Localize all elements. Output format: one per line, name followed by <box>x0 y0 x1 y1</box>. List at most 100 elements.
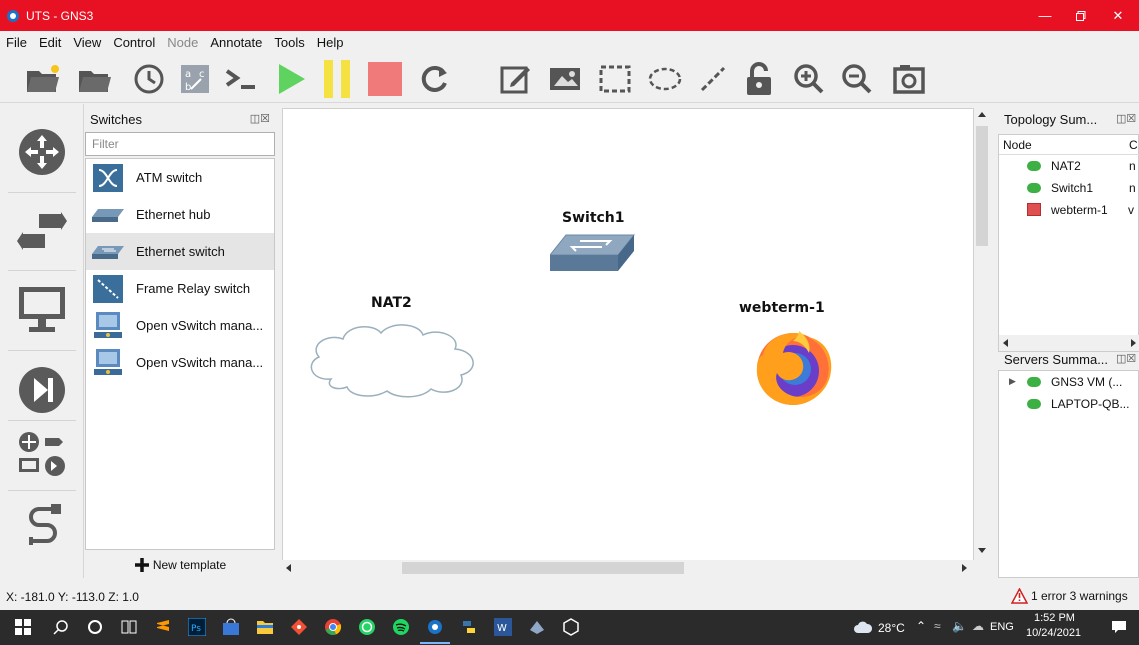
list-item-frame-relay-switch[interactable]: Frame Relay switch <box>86 270 274 307</box>
open-project-button[interactable] <box>76 60 114 98</box>
browse-security-devices-button[interactable] <box>14 362 70 418</box>
server-name[interactable]: LAPTOP-QB... <box>1051 397 1129 411</box>
node-webterm-1[interactable] <box>753 327 833 410</box>
browse-routers-button[interactable] <box>14 124 70 180</box>
error-indicator[interactable]: 1 error 3 warnings <box>1011 588 1128 604</box>
list-item-ethernet-hub[interactable]: Ethernet hub <box>86 196 274 233</box>
draw-line-button[interactable] <box>694 60 732 98</box>
new-template-button[interactable]: New template <box>84 552 276 578</box>
scroll-right-icon[interactable] <box>962 564 967 572</box>
server-name[interactable]: GNS3 VM (... <box>1051 375 1122 389</box>
menu-view[interactable]: View <box>73 35 101 50</box>
canvas-horizontal-scrollbar[interactable] <box>282 560 974 576</box>
input-language[interactable]: ENG <box>990 621 1014 633</box>
new-project-button[interactable] <box>24 60 62 98</box>
dock-float-close-buttons[interactable]: ◫☒ <box>1116 112 1136 125</box>
file-explorer-icon[interactable] <box>254 616 276 638</box>
weather-temperature[interactable]: 28°C <box>878 621 905 635</box>
scroll-thumb[interactable] <box>402 562 684 574</box>
node-row-name[interactable]: webterm-1 <box>1051 203 1108 217</box>
whatsapp-icon[interactable] <box>356 616 378 638</box>
node-switch1[interactable] <box>548 233 636 276</box>
chevron-up-icon[interactable]: ⌃ <box>916 619 926 633</box>
gns3-taskbar-icon[interactable] <box>420 616 450 644</box>
python-icon[interactable] <box>458 616 480 638</box>
monitor-icon <box>19 287 65 332</box>
clock-time[interactable]: 1:52 PM <box>1034 612 1075 624</box>
browse-all-devices-button[interactable] <box>14 426 70 482</box>
stop-all-button[interactable] <box>366 60 404 98</box>
show-interface-labels-button[interactable]: acb <box>176 60 214 98</box>
lock-items-button[interactable] <box>740 60 778 98</box>
node-nat2[interactable] <box>301 319 483 402</box>
scroll-left-icon[interactable] <box>286 564 291 572</box>
cortana-icon[interactable] <box>84 616 106 638</box>
horizontal-scrollbar[interactable] <box>999 335 1139 351</box>
separator <box>8 490 76 491</box>
menu-help[interactable]: Help <box>317 35 344 50</box>
chrome-icon[interactable] <box>322 616 344 638</box>
list-item-ethernet-switch[interactable]: Ethernet switch <box>86 233 274 270</box>
zoom-out-button[interactable] <box>838 60 876 98</box>
expand-arrow-icon[interactable]: ▶ <box>1009 376 1016 387</box>
dock-float-close-buttons[interactable]: ◫☒ <box>1116 352 1136 365</box>
start-all-button[interactable] <box>272 60 310 98</box>
draw-ellipse-button[interactable] <box>646 60 684 98</box>
canvas-vertical-scrollbar[interactable] <box>974 108 990 562</box>
list-item-atm-switch[interactable]: ATM switch <box>86 159 274 196</box>
node-label-nat2[interactable]: NAT2 <box>371 295 412 311</box>
onedrive-icon[interactable]: ☁ <box>972 619 984 633</box>
list-item-open-vswitch-2[interactable]: Open vSwitch mana... <box>86 344 274 381</box>
reload-all-button[interactable] <box>416 60 454 98</box>
spotify-icon[interactable] <box>390 616 412 638</box>
git-icon[interactable] <box>288 616 310 638</box>
snapshot-button[interactable] <box>130 60 168 98</box>
word-icon[interactable]: W <box>492 616 514 638</box>
volume-icon[interactable]: 🔈 <box>952 619 967 633</box>
windows-start-icon[interactable] <box>12 616 34 638</box>
column-header-node: Node <box>1003 138 1032 152</box>
menu-annotate[interactable]: Annotate <box>210 35 262 50</box>
add-link-button[interactable] <box>14 498 70 554</box>
browse-switches-button[interactable] <box>14 204 70 260</box>
store-icon[interactable] <box>220 616 242 638</box>
console-all-button[interactable] <box>222 60 260 98</box>
insert-picture-button[interactable] <box>546 60 584 98</box>
search-icon[interactable] <box>50 616 72 638</box>
screenshot-button[interactable] <box>890 60 928 98</box>
menu-node[interactable]: Node <box>167 35 198 50</box>
dock-float-close-buttons[interactable]: ◫☒ <box>250 112 270 125</box>
notifications-icon[interactable] <box>1108 616 1130 638</box>
draw-rectangle-button[interactable] <box>596 60 634 98</box>
topology-canvas[interactable]: Switch1 NAT2 webterm-1 <box>282 108 974 562</box>
virtualbox-icon[interactable] <box>560 616 582 638</box>
scroll-down-icon[interactable] <box>978 548 986 553</box>
app-icon[interactable] <box>526 616 548 638</box>
node-row-name[interactable]: NAT2 <box>1051 159 1081 173</box>
add-note-button[interactable] <box>496 60 534 98</box>
node-label-webterm-1[interactable]: webterm-1 <box>739 300 825 316</box>
scroll-right-icon[interactable] <box>1131 339 1136 347</box>
scroll-left-icon[interactable] <box>1003 339 1008 347</box>
list-item-open-vswitch-1[interactable]: Open vSwitch mana... <box>86 307 274 344</box>
menu-edit[interactable]: Edit <box>39 35 61 50</box>
clock-date[interactable]: 10/24/2021 <box>1026 627 1081 639</box>
wifi-icon[interactable]: ≈ <box>934 619 941 633</box>
zoom-in-button[interactable] <box>790 60 828 98</box>
minimize-button[interactable]: — <box>1030 0 1060 31</box>
close-button[interactable]: ✕ <box>1103 0 1133 31</box>
photoshop-icon[interactable]: Ps <box>186 616 208 638</box>
browse-end-devices-button[interactable] <box>14 282 70 338</box>
task-view-icon[interactable] <box>118 616 140 638</box>
menu-file[interactable]: File <box>6 35 27 50</box>
filter-input[interactable]: Filter <box>85 132 275 156</box>
menu-control[interactable]: Control <box>113 35 155 50</box>
scroll-up-icon[interactable] <box>978 112 986 117</box>
restore-button[interactable] <box>1066 0 1096 31</box>
node-label-switch1[interactable]: Switch1 <box>562 210 625 226</box>
menu-tools[interactable]: Tools <box>274 35 304 50</box>
node-row-name[interactable]: Switch1 <box>1051 181 1093 195</box>
sublime-text-icon[interactable] <box>152 616 174 638</box>
suspend-all-button[interactable] <box>318 60 356 98</box>
scroll-thumb[interactable] <box>976 126 988 246</box>
